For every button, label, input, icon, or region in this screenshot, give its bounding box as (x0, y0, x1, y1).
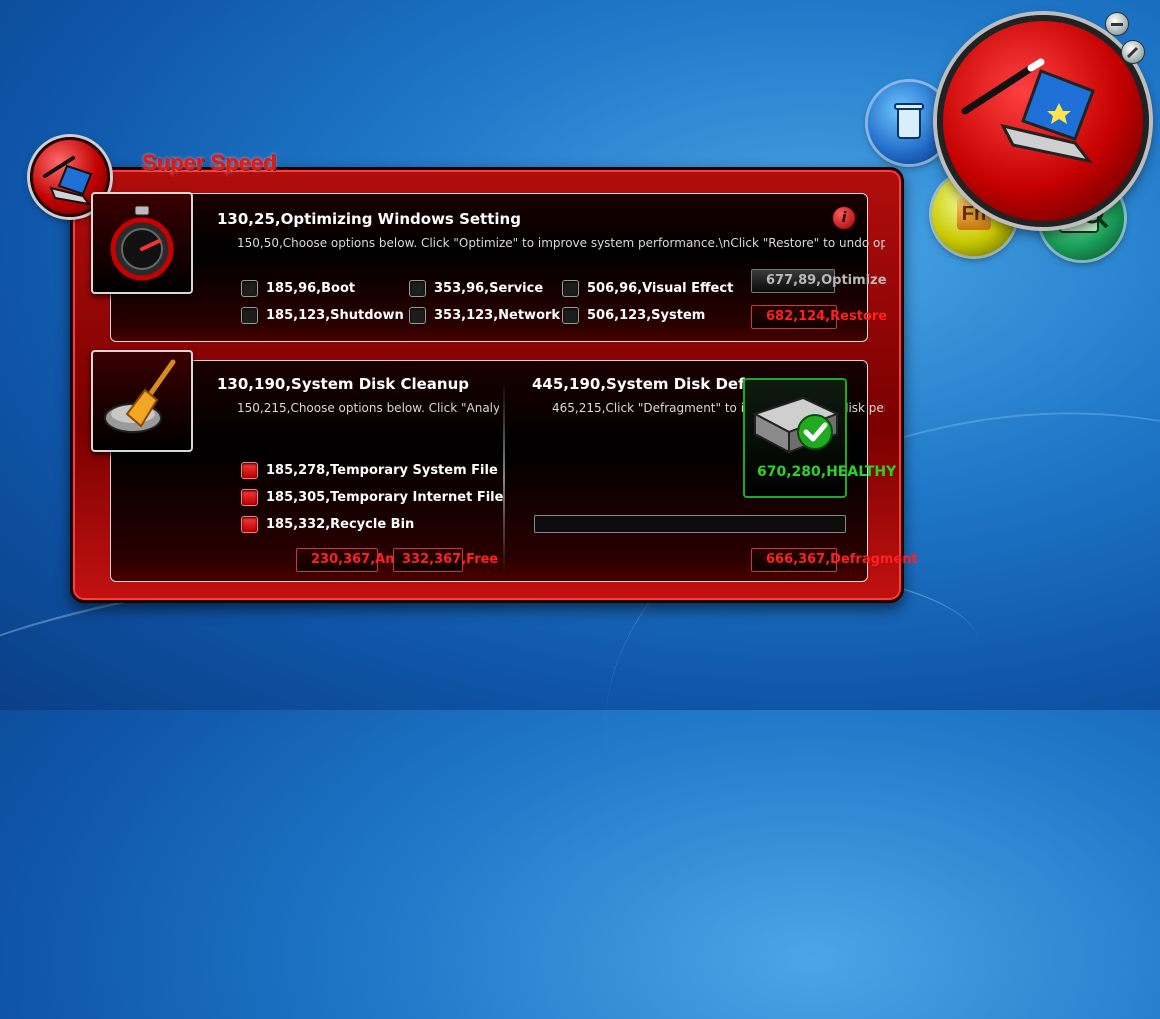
laptop-wand-icon (961, 58, 1095, 164)
checkbox[interactable] (562, 307, 579, 324)
optimize-heading: 130,25,Optimizing Windows Setting (217, 210, 521, 228)
option-label: 506,123,System (587, 308, 706, 323)
free-button[interactable]: 332,367,Free (393, 548, 498, 572)
option-system[interactable]: 506,123,System (562, 307, 705, 324)
option-label: 185,332,Recycle Bin (266, 517, 415, 532)
option-label: 185,278,Temporary System File (266, 463, 498, 478)
disk-health-box (743, 378, 847, 498)
main-orb[interactable] (937, 15, 1149, 227)
minus-glyph (1111, 23, 1123, 26)
wrench-glyph (1126, 46, 1139, 59)
option-shutdown[interactable]: 185,123,Shutdown (241, 307, 404, 324)
analyze-button[interactable]: 230,367,Analyze (296, 548, 433, 572)
option-label: 506,96,Visual Effect (587, 281, 734, 296)
checkbox[interactable] (409, 280, 426, 297)
option-temp-system-file[interactable]: 185,278,Temporary System File (241, 462, 498, 479)
info-icon[interactable]: i (832, 206, 856, 230)
minimize-icon[interactable] (1105, 12, 1129, 36)
option-visual-effect[interactable]: 506,96,Visual Effect (562, 280, 733, 297)
option-service[interactable]: 353,96,Service (409, 280, 543, 297)
checkbox[interactable] (409, 307, 426, 324)
checkbox-checked[interactable] (241, 462, 258, 479)
option-label: 185,123,Shutdown (266, 308, 404, 323)
option-recycle-bin[interactable]: 185,332,Recycle Bin (241, 516, 414, 533)
restore-button[interactable]: 682,124,Restore (751, 305, 887, 329)
settings-icon[interactable] (1121, 40, 1145, 64)
cleanup-heading: 130,190,System Disk Cleanup (217, 375, 469, 393)
window-title: Super Speed (142, 150, 277, 175)
cleanup-description: 150,215,Choose options below. Click "Ana… (237, 401, 499, 415)
optimize-description: 150,50,Choose options below. Click "Opti… (237, 236, 885, 250)
option-label: 353,123,Network (434, 308, 561, 323)
option-boot[interactable]: 185,96,Boot (241, 280, 355, 297)
checkbox[interactable] (241, 280, 258, 297)
option-temp-internet-file[interactable]: 185,305,Temporary Internet File (241, 489, 503, 506)
option-network[interactable]: 353,123,Network (409, 307, 560, 324)
checkbox[interactable] (241, 307, 258, 324)
cleanup-tile (91, 350, 193, 452)
checkbox[interactable] (562, 280, 579, 297)
optimize-button[interactable]: 677,89,Optimize (751, 269, 887, 293)
disk-health-status: 670,280,HEALTHY (757, 464, 897, 480)
defrag-progress-bar (534, 515, 846, 533)
stopwatch-icon (110, 205, 174, 281)
broom-disk-icon (104, 359, 176, 433)
option-label: 185,305,Temporary Internet File (266, 490, 504, 505)
checkbox-checked[interactable] (241, 489, 258, 506)
defragment-button[interactable]: 666,367,Defragment (751, 548, 918, 572)
optimize-tile (91, 192, 193, 294)
option-label: 353,96,Service (434, 281, 544, 296)
section-divider (503, 380, 505, 575)
option-label: 185,96,Boot (266, 281, 356, 296)
checkbox-checked[interactable] (241, 516, 258, 533)
disk-check-icon (752, 396, 840, 454)
